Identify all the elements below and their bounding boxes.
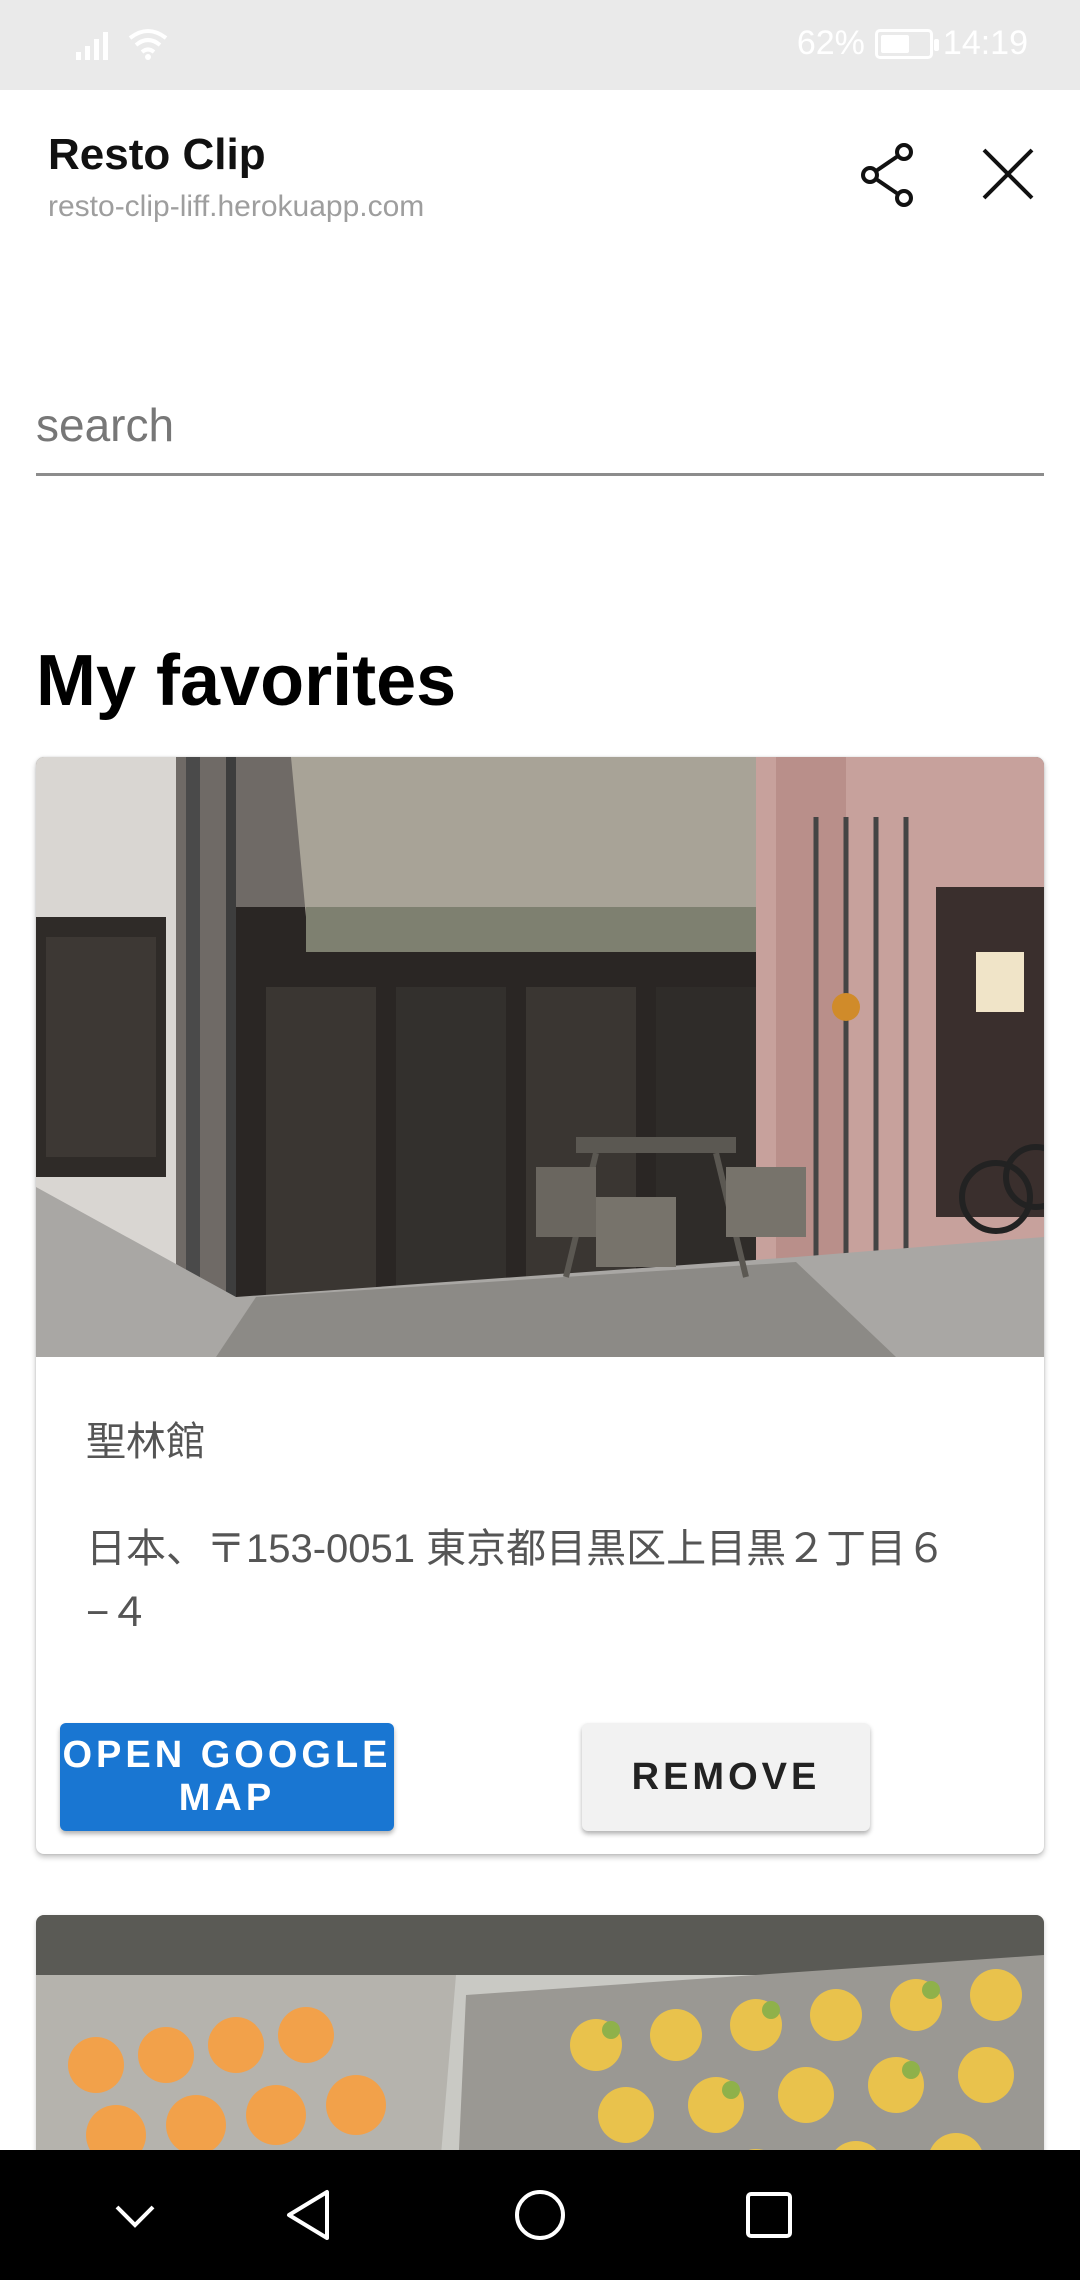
recents-icon — [746, 2192, 792, 2238]
chevron-down-icon — [115, 2205, 155, 2228]
app-url: resto-clip-liff.herokuapp.com — [48, 190, 425, 223]
system-nav-bar — [0, 2150, 1080, 2280]
signal-wifi-indicators — [76, 26, 168, 60]
close-button[interactable] — [978, 144, 1038, 204]
back-icon — [287, 2190, 329, 2240]
wifi-icon — [128, 29, 168, 60]
restaurant-name: 聖林館 — [86, 1420, 206, 1464]
battery-percent: 62% — [796, 24, 865, 62]
open-google-map-button[interactable]: OPEN GOOGLE MAP — [60, 1723, 394, 1831]
battery-icon — [874, 28, 939, 59]
section-title: My favorites — [36, 641, 457, 721]
share-button[interactable] — [858, 142, 918, 208]
home-icon — [515, 2190, 565, 2240]
app-title: Resto Clip — [48, 130, 266, 179]
signal-icon — [76, 32, 108, 60]
clock: 14:19 — [942, 24, 1028, 62]
nav-collapse-button[interactable] — [100, 2180, 170, 2250]
nav-home-button[interactable] — [505, 2180, 575, 2250]
status-right: 62% 14:19 — [797, 24, 1028, 63]
favorite-card: 聖林館 日本、〒153-0051 東京都目黒区上目黒２丁目６−４ OPEN GO… — [36, 757, 1044, 1854]
nav-back-button[interactable] — [275, 2180, 345, 2250]
battery-level — [880, 34, 910, 53]
status-bar: 62% 14:19 — [0, 0, 1080, 90]
close-icon — [982, 148, 1034, 200]
remove-button[interactable]: REMOVE — [582, 1723, 870, 1831]
nav-recents-button[interactable] — [734, 2180, 804, 2250]
share-icon — [861, 143, 913, 207]
search-input[interactable] — [36, 380, 1044, 470]
restaurant-photo — [36, 757, 1044, 1357]
restaurant-address: 日本、〒153-0051 東京都目黒区上目黒２丁目６−４ — [86, 1527, 947, 1635]
search-field — [36, 380, 1044, 476]
app-header: Resto Clip resto-clip-liff.herokuapp.com — [0, 90, 1080, 260]
